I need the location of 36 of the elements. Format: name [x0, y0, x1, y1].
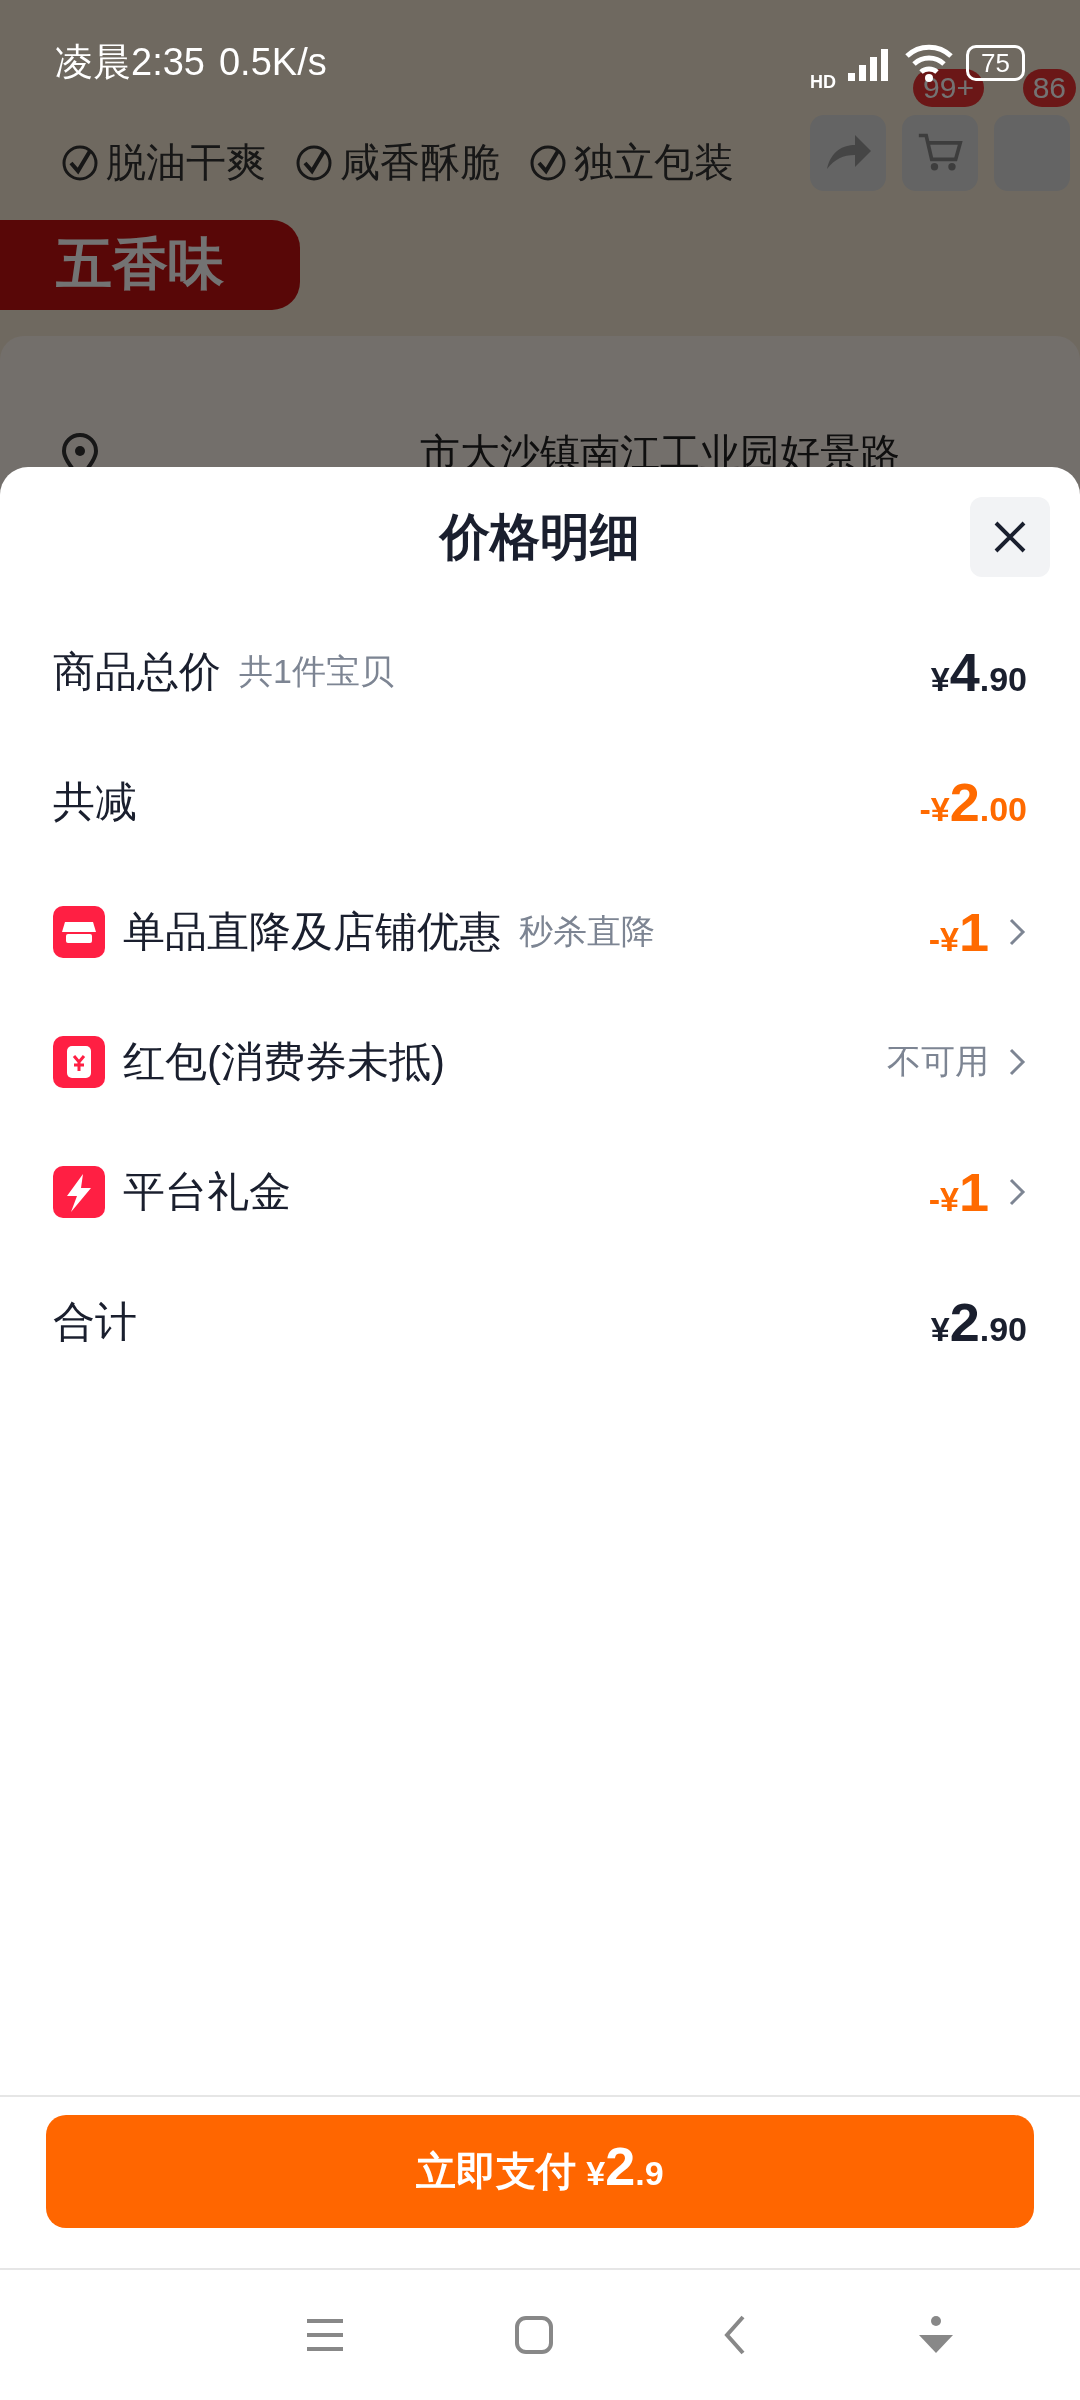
feature-tag: 咸香酥脆	[340, 135, 500, 190]
coupon-icon	[53, 1036, 105, 1088]
flavor-badge: 五香味	[0, 220, 300, 310]
row-amount: ¥4.90	[930, 641, 1027, 703]
row-label: 合计	[53, 1297, 137, 1347]
row-amount: -¥1	[928, 901, 989, 963]
row-label: 商品总价	[53, 647, 221, 697]
row-label: 单品直降及店铺优惠	[123, 907, 501, 957]
close-button[interactable]	[970, 497, 1050, 577]
sheet-title: 价格明细	[440, 507, 640, 567]
row-amount: -¥1	[928, 1161, 989, 1223]
close-icon	[992, 519, 1028, 555]
lightning-icon	[53, 1166, 105, 1218]
feature-tag: 独立包装	[574, 135, 734, 190]
row-status: 不可用	[887, 1041, 989, 1082]
row-note: 共1件宝贝	[239, 651, 394, 692]
menu-icon[interactable]	[304, 2317, 345, 2353]
row-note: 秒杀直降	[519, 911, 655, 952]
row-label: 共减	[53, 777, 137, 827]
share-button[interactable]	[810, 115, 886, 191]
pay-button[interactable]: 立即支付 ¥2.9	[46, 2115, 1034, 2228]
cart-count-badge: 99+	[913, 69, 984, 107]
message-count-badge: 86	[1022, 69, 1076, 107]
back-icon[interactable]	[722, 2315, 747, 2355]
network-type: HD	[810, 72, 837, 93]
feature-tag: 脱油干爽	[106, 135, 266, 190]
row-amount: ¥2.90	[930, 1291, 1027, 1353]
cart-button[interactable]	[902, 115, 978, 191]
network-speed: 0.5K/s	[218, 41, 327, 84]
cart-icon	[917, 133, 963, 173]
row-amount: -¥2.00	[919, 771, 1027, 833]
status-time: 凌晨2:35	[55, 40, 205, 85]
row-label: 红包(消费券未抵)	[123, 1037, 445, 1087]
store-icon	[53, 906, 105, 958]
row-label: 平台礼金	[123, 1167, 291, 1217]
home-icon[interactable]	[513, 2315, 554, 2355]
